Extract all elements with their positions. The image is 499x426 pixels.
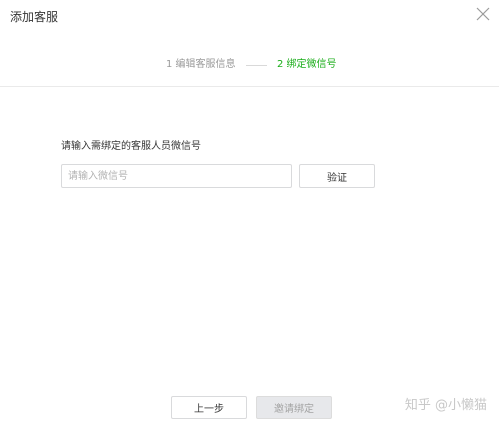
previous-step-button[interactable]: 上一步	[171, 396, 247, 419]
close-button[interactable]	[475, 6, 491, 22]
close-icon	[476, 7, 490, 21]
step-bind-wechat: 2 绑定微信号	[277, 59, 337, 70]
dialog-title: 添加客服	[10, 10, 59, 24]
invite-bind-button[interactable]: 邀请绑定	[256, 396, 332, 419]
verify-button[interactable]: 验证	[299, 164, 375, 188]
watermark-text: 知乎 @小懒猫	[404, 398, 487, 413]
add-customer-service-dialog: 添加客服 1 编辑客服信息 2 绑定微信号 请输入需绑定的客服人员微信号 验证 …	[0, 0, 499, 426]
wechat-id-input[interactable]	[61, 164, 292, 188]
header-divider	[0, 86, 499, 87]
step-edit-info: 1 编辑客服信息	[166, 59, 236, 70]
step-indicator: 1 编辑客服信息 2 绑定微信号	[0, 58, 499, 72]
step-connector	[246, 65, 267, 66]
wechat-id-label: 请输入需绑定的客服人员微信号	[61, 141, 201, 152]
